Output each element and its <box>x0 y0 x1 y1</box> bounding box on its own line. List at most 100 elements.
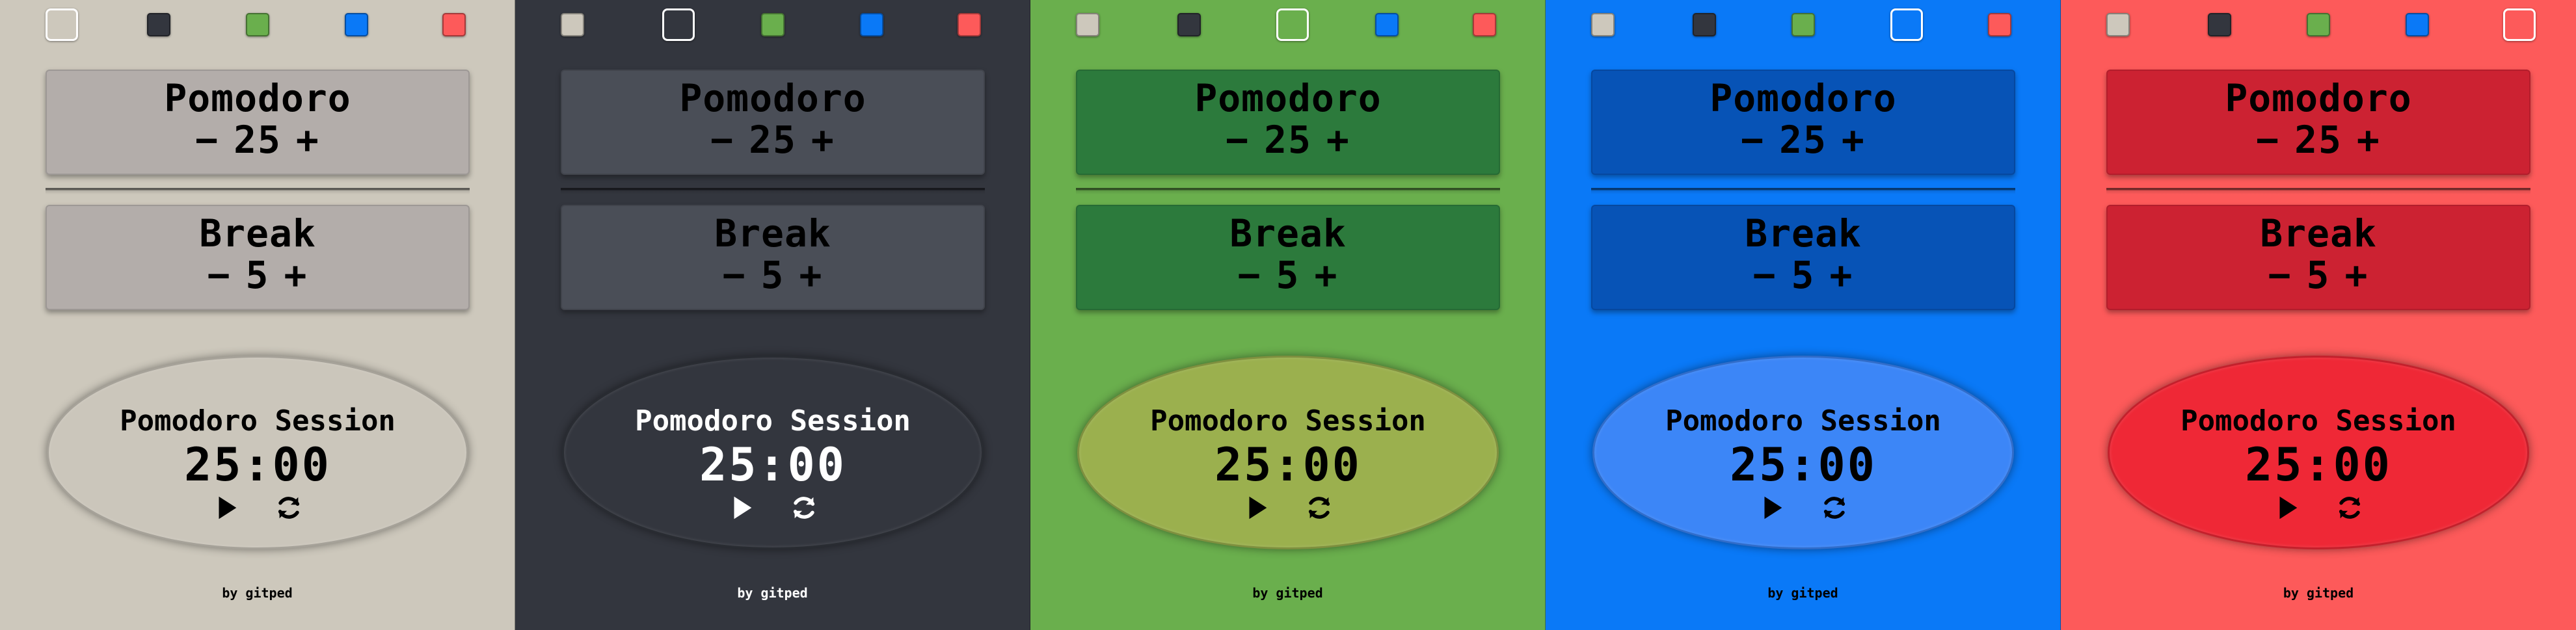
theme-panel: Pomodoro −25 + Break −5 + Pomodoro Session… <box>0 0 515 630</box>
theme-swatch-beige[interactable] <box>1591 13 1615 36</box>
theme-swatch-green[interactable] <box>2307 13 2330 36</box>
session-label: Pomodoro Session <box>120 404 396 438</box>
theme-swatch-green[interactable] <box>761 13 785 36</box>
theme-panel: Pomodoro −25 + Break −5 + Pomodoro Session… <box>2061 0 2576 630</box>
session-timer-display: Pomodoro Session 25:00 <box>1077 356 1499 549</box>
refresh-icon <box>278 497 300 519</box>
reset-button[interactable] <box>2333 492 2366 524</box>
break-decrement-button[interactable]: − <box>708 254 761 296</box>
pomodoro-increment-button[interactable]: + <box>282 119 334 161</box>
pomodoro-decrement-button[interactable]: − <box>2242 119 2294 161</box>
pomodoro-length-title: Pomodoro <box>679 76 866 120</box>
timer-controls <box>1594 492 2012 524</box>
session-time: 25:00 <box>2245 438 2392 492</box>
pomodoro-length-value: 25 <box>749 118 797 162</box>
section-divider <box>1591 188 2015 194</box>
break-length-value: 5 <box>1276 253 1300 297</box>
pomodoro-increment-button[interactable]: + <box>1312 119 1365 161</box>
break-length-card: Break −5 + <box>561 205 985 310</box>
break-increment-button[interactable]: + <box>1815 254 1868 296</box>
break-length-control: −5 + <box>2108 254 2529 296</box>
theme-swatch-red[interactable] <box>958 13 981 36</box>
theme-swatch-beige[interactable] <box>2106 13 2130 36</box>
theme-swatches <box>0 8 515 44</box>
theme-swatch-blue[interactable] <box>860 13 883 36</box>
theme-swatches <box>2061 8 2576 44</box>
theme-swatch-beige[interactable] <box>561 13 584 36</box>
session-timer-display: Pomodoro Session 25:00 <box>562 356 984 549</box>
reset-button[interactable] <box>1303 492 1335 524</box>
break-decrement-button[interactable]: − <box>1739 254 1791 296</box>
theme-swatch-red[interactable] <box>2503 8 2536 41</box>
break-increment-button[interactable]: + <box>785 254 837 296</box>
break-length-card: Break −5 + <box>1591 205 2015 310</box>
theme-swatch-dark[interactable] <box>662 8 695 41</box>
break-decrement-button[interactable]: − <box>1224 254 1276 296</box>
theme-swatch-beige[interactable] <box>46 8 78 41</box>
theme-swatch-dark[interactable] <box>1177 13 1201 36</box>
theme-panel: Pomodoro −25 + Break −5 + Pomodoro Session… <box>1546 0 2061 630</box>
theme-swatches <box>1030 8 1545 44</box>
session-timer-display: Pomodoro Session 25:00 <box>2108 356 2529 549</box>
timer-controls <box>1079 492 1497 524</box>
theme-swatch-blue[interactable] <box>345 13 368 36</box>
pomodoro-decrement-button[interactable]: − <box>1211 119 1264 161</box>
theme-swatch-green[interactable] <box>1791 13 1815 36</box>
theme-swatch-beige[interactable] <box>1076 13 1099 36</box>
play-button[interactable] <box>2271 492 2303 524</box>
play-icon <box>219 496 237 519</box>
play-button[interactable] <box>725 492 758 524</box>
break-length-card: Break −5 + <box>46 205 470 310</box>
break-increment-button[interactable]: + <box>269 254 322 296</box>
play-button[interactable] <box>210 492 243 524</box>
reset-button[interactable] <box>273 492 305 524</box>
timer-controls <box>2110 492 2527 524</box>
pomodoro-length-title: Pomodoro <box>164 76 351 120</box>
break-length-value: 5 <box>245 253 270 297</box>
session-time: 25:00 <box>184 438 331 492</box>
pomodoro-decrement-button[interactable]: − <box>181 119 234 161</box>
break-decrement-button[interactable]: − <box>193 254 246 296</box>
theme-swatch-dark[interactable] <box>147 13 170 36</box>
break-increment-button[interactable]: + <box>2330 254 2383 296</box>
pomodoro-increment-button[interactable]: + <box>1827 119 1880 161</box>
play-icon <box>1249 496 1267 519</box>
session-timer-display: Pomodoro Session 25:00 <box>1592 356 2014 549</box>
break-length-title: Break <box>2260 211 2377 256</box>
section-divider <box>1076 188 1500 194</box>
pomodoro-length-card: Pomodoro −25 + <box>1076 70 1500 175</box>
refresh-icon <box>1308 497 1330 519</box>
play-button[interactable] <box>1241 492 1273 524</box>
play-icon <box>734 496 752 519</box>
theme-swatch-green[interactable] <box>1276 8 1309 41</box>
pomodoro-decrement-button[interactable]: − <box>1726 119 1779 161</box>
author-credit: by gitped <box>1767 585 1838 601</box>
theme-swatch-red[interactable] <box>442 13 466 36</box>
pomodoro-length-card: Pomodoro −25 + <box>2106 70 2530 175</box>
reset-button[interactable] <box>788 492 820 524</box>
break-increment-button[interactable]: + <box>1300 254 1352 296</box>
theme-swatch-red[interactable] <box>1473 13 1496 36</box>
theme-swatch-red[interactable] <box>1988 13 2011 36</box>
theme-panel: Pomodoro −25 + Break −5 + Pomodoro Session… <box>515 0 1030 630</box>
break-decrement-button[interactable]: − <box>2254 254 2307 296</box>
reset-button[interactable] <box>1818 492 1851 524</box>
break-length-title: Break <box>714 211 831 256</box>
theme-swatch-blue[interactable] <box>2406 13 2429 36</box>
theme-swatch-dark[interactable] <box>1693 13 1716 36</box>
timer-controls <box>564 492 982 524</box>
refresh-icon <box>793 497 815 519</box>
theme-swatch-dark[interactable] <box>2208 13 2231 36</box>
play-icon <box>1764 496 1782 519</box>
pomodoro-decrement-button[interactable]: − <box>696 119 749 161</box>
theme-swatch-green[interactable] <box>246 13 269 36</box>
pomodoro-increment-button[interactable]: + <box>797 119 850 161</box>
author-credit: by gitped <box>2283 585 2354 601</box>
author-credit: by gitped <box>222 585 293 601</box>
play-button[interactable] <box>1756 492 1788 524</box>
theme-swatch-blue[interactable] <box>1890 8 1923 41</box>
session-time: 25:00 <box>1730 438 1877 492</box>
pomodoro-increment-button[interactable]: + <box>2342 119 2395 161</box>
session-label: Pomodoro Session <box>2180 404 2456 438</box>
theme-swatch-blue[interactable] <box>1375 13 1399 36</box>
